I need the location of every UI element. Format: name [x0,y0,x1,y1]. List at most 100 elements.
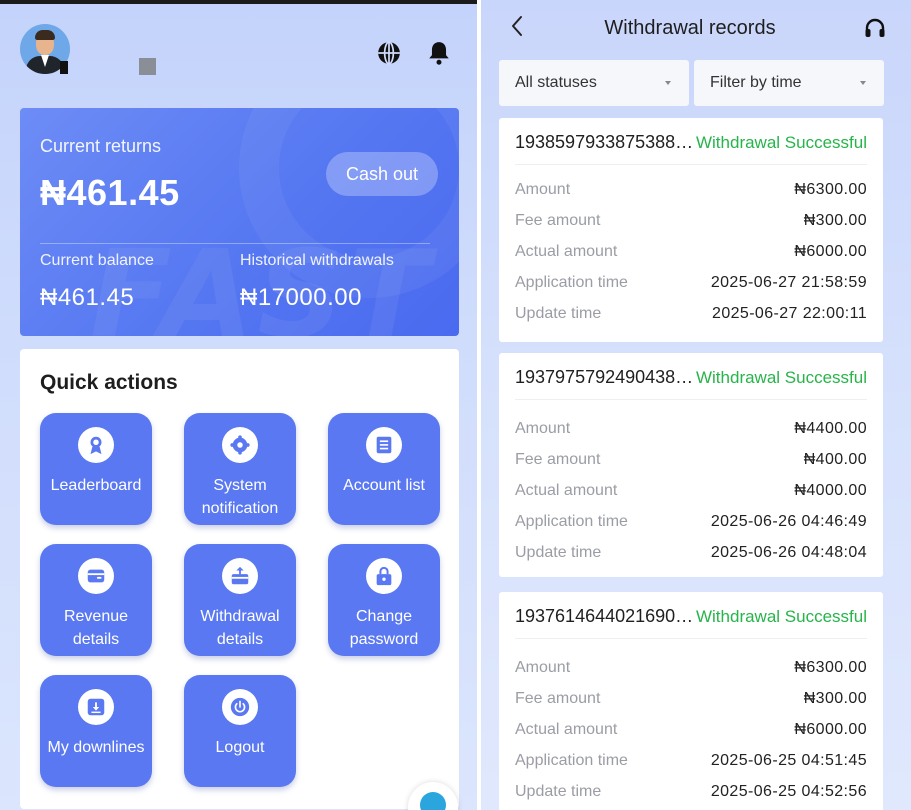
current-returns-value: ₦461.45 [40,172,180,213]
medal-icon [78,427,114,463]
withdrawal-record[interactable]: 1937614644021690… Withdrawal Successful … [499,592,883,810]
actual-row: Actual amount ₦6000.00 [515,721,867,743]
amount-value: ₦4400.00 [794,420,867,437]
historical-withdrawals-label: Historical withdrawals [240,252,394,269]
status-badge: Withdrawal Successful [695,607,867,626]
leaderboard-button[interactable]: Leaderboard [40,413,152,525]
order-id: 1937614644021690… [515,606,694,626]
bell-icon[interactable] [426,40,452,66]
gear-icon [222,427,258,463]
update-time-label: Update time [515,544,602,561]
amount-value: ₦6300.00 [794,181,867,198]
revenue-details-button[interactable]: Revenue details [40,544,152,656]
amount-row: Amount ₦6300.00 [515,659,867,681]
profile-panel: FAST Current returns ₦461.45 Cash out Cu… [0,0,477,810]
change-password-button[interactable]: Change password [328,544,440,656]
current-returns-label: Current returns [40,136,162,156]
withdrawal-details-button[interactable]: Withdrawal details [184,544,296,656]
system-notification-label: System notification [201,477,279,517]
account-list-button[interactable]: Account list [328,413,440,525]
update-time-value: 2025-06-27 22:00:11 [712,305,867,322]
globe-icon[interactable] [376,40,402,66]
record-divider [515,164,867,165]
update-time-label: Update time [515,305,602,322]
fee-label: Fee amount [515,690,601,707]
application-time-row: Application time 2025-06-26 04:46:49 [515,513,867,535]
application-time-row: Application time 2025-06-25 04:51:45 [515,752,867,774]
logout-button[interactable]: Logout [184,675,296,787]
card-divider [40,243,430,244]
withdrawal-details-label: Withdrawal details [200,608,280,648]
fee-label: Fee amount [515,212,601,229]
wallet-icon [78,558,114,594]
update-time-label: Update time [515,783,602,800]
actual-row: Actual amount ₦6000.00 [515,243,867,265]
record-divider [515,399,867,400]
application-time-value: 2025-06-25 04:51:45 [710,752,867,769]
change-password-label: Change password [349,608,419,648]
masked-username [139,58,156,75]
lock-icon [366,558,402,594]
avatar-hair [35,30,55,40]
leaderboard-label: Leaderboard [50,477,142,494]
amount-row: Amount ₦6300.00 [515,181,867,203]
record-divider [515,638,867,639]
headset-icon[interactable] [863,16,887,40]
amount-value: ₦6300.00 [794,659,867,676]
historical-withdrawals-value: ₦17000.00 [240,284,362,311]
my-downlines-button[interactable]: My downlines [40,675,152,787]
application-time-label: Application time [515,274,628,291]
amount-label: Amount [515,181,571,198]
time-filter[interactable]: Filter by time [694,60,884,106]
revenue-details-label: Revenue details [63,608,129,648]
update-time-value: 2025-06-25 04:52:56 [710,783,867,800]
status-filter-value: All statuses [515,74,597,91]
fee-value: ₦300.00 [803,690,867,707]
withdraw-icon [222,558,258,594]
screen: FAST Current returns ₦461.45 Cash out Cu… [0,0,911,810]
update-time-value: 2025-06-26 04:48:04 [710,544,867,561]
telegram-icon [420,792,446,810]
fee-row: Fee amount ₦300.00 [515,212,867,234]
time-filter-value: Filter by time [710,74,802,91]
current-balance-label: Current balance [40,252,154,269]
avatar-badge [60,61,68,74]
order-id: 1937975792490438… [515,367,694,387]
status-badge: Withdrawal Successful [695,133,867,152]
system-notification-button[interactable]: System notification [184,413,296,525]
update-time-row: Update time 2025-06-25 04:52:56 [515,783,867,805]
actual-label: Actual amount [515,243,618,260]
my-downlines-label: My downlines [47,739,145,756]
amount-label: Amount [515,659,571,676]
withdrawal-record[interactable]: 1938597933875388… Withdrawal Successful … [499,118,883,342]
application-time-label: Application time [515,752,628,769]
application-time-label: Application time [515,513,628,530]
actual-label: Actual amount [515,721,618,738]
current-balance-value: ₦461.45 [40,284,135,311]
cash-out-button[interactable]: Cash out [326,152,438,196]
application-time-row: Application time 2025-06-27 21:58:59 [515,274,867,296]
actual-value: ₦6000.00 [794,721,867,738]
account-list-label: Account list [343,477,425,494]
fee-row: Fee amount ₦400.00 [515,451,867,473]
withdrawal-record[interactable]: 1937975792490438… Withdrawal Successful … [499,353,883,577]
actual-row: Actual amount ₦4000.00 [515,482,867,504]
quick-actions-title: Quick actions [40,371,178,394]
status-filter[interactable]: All statuses [499,60,689,106]
quick-actions-card: Quick actions Leaderboard System notific… [20,349,459,809]
update-time-row: Update time 2025-06-26 04:48:04 [515,544,867,566]
amount-row: Amount ₦4400.00 [515,420,867,442]
caret-down-icon [665,81,671,85]
order-id: 1938597933875388… [515,132,694,152]
logout-label: Logout [215,739,265,756]
list-icon [366,427,402,463]
amount-label: Amount [515,420,571,437]
withdrawal-records-panel: Withdrawal records All statuses Filter b… [481,0,911,810]
actual-label: Actual amount [515,482,618,499]
power-icon [222,689,258,725]
actual-value: ₦4000.00 [794,482,867,499]
application-time-value: 2025-06-27 21:58:59 [710,274,867,291]
caret-down-icon [860,81,866,85]
download-icon [78,689,114,725]
page-title: Withdrawal records [604,17,776,39]
